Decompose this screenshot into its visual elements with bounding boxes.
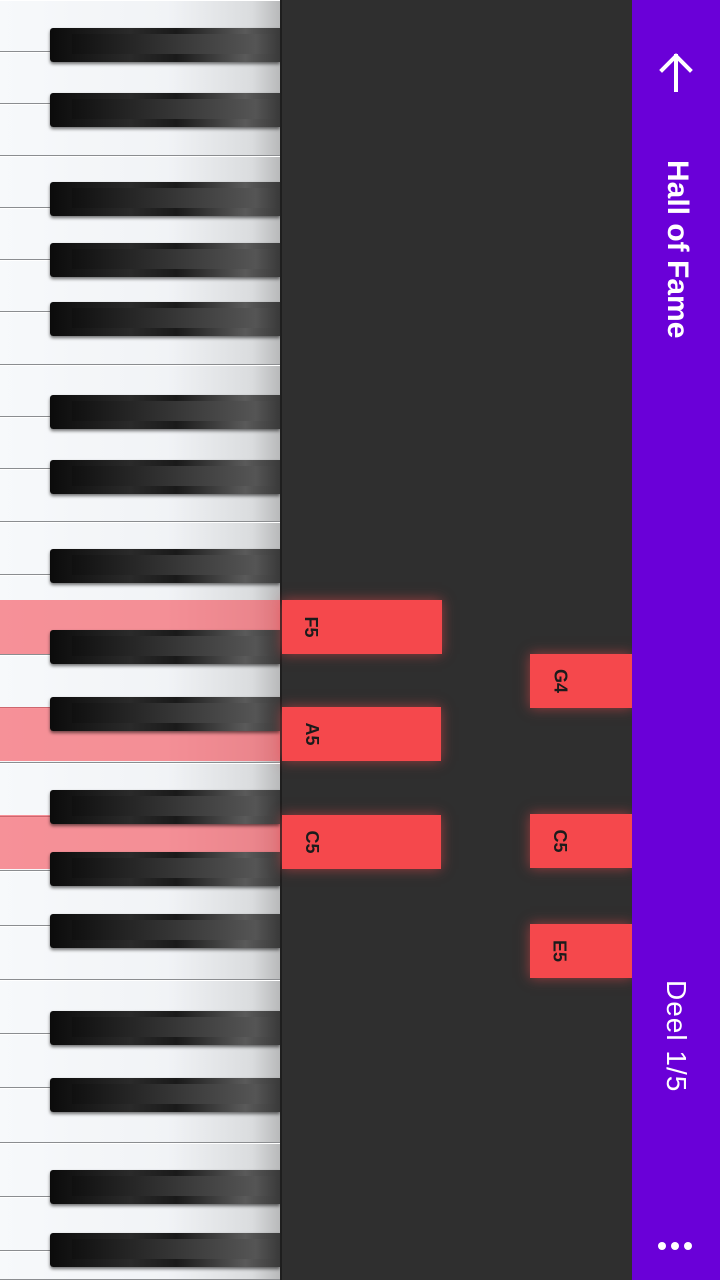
note-label: C5 [302,830,323,854]
note-label: G4 [550,668,571,694]
note-label: A5 [302,722,323,746]
more-options-button[interactable] [658,1234,694,1262]
black-key[interactable] [50,1011,280,1045]
black-key[interactable] [50,302,280,336]
black-key[interactable] [50,460,280,494]
arrow-back-icon [659,53,693,92]
app-toolbar: Hall of Fame Deel 1/5 [632,0,720,1280]
note-label: C5 [550,829,571,853]
note-label: F5 [301,616,322,638]
black-key[interactable] [50,549,280,583]
black-key[interactable] [50,93,280,127]
black-key[interactable] [50,1170,280,1204]
back-button[interactable] [656,50,696,94]
song-title: Hall of Fame [661,160,694,339]
black-key[interactable] [50,1233,280,1267]
black-key[interactable] [50,697,280,731]
black-key[interactable] [50,790,280,824]
note-tile: C5 [530,814,632,868]
note-tile: C5 [282,815,441,869]
black-key[interactable] [50,852,280,886]
black-key[interactable] [50,28,280,62]
note-label: E5 [549,939,570,963]
black-key[interactable] [50,914,280,948]
note-tile: E5 [530,924,632,978]
piano-keyboard[interactable] [0,0,282,1280]
note-tile: F5 [282,600,442,654]
black-key[interactable] [50,630,280,664]
note-tile: G4 [530,654,632,708]
note-tile: A5 [282,707,441,761]
black-key[interactable] [50,182,280,216]
black-key[interactable] [50,243,280,277]
black-key[interactable] [50,1078,280,1112]
black-key[interactable] [50,395,280,429]
part-indicator: Deel 1/5 [661,980,692,1093]
